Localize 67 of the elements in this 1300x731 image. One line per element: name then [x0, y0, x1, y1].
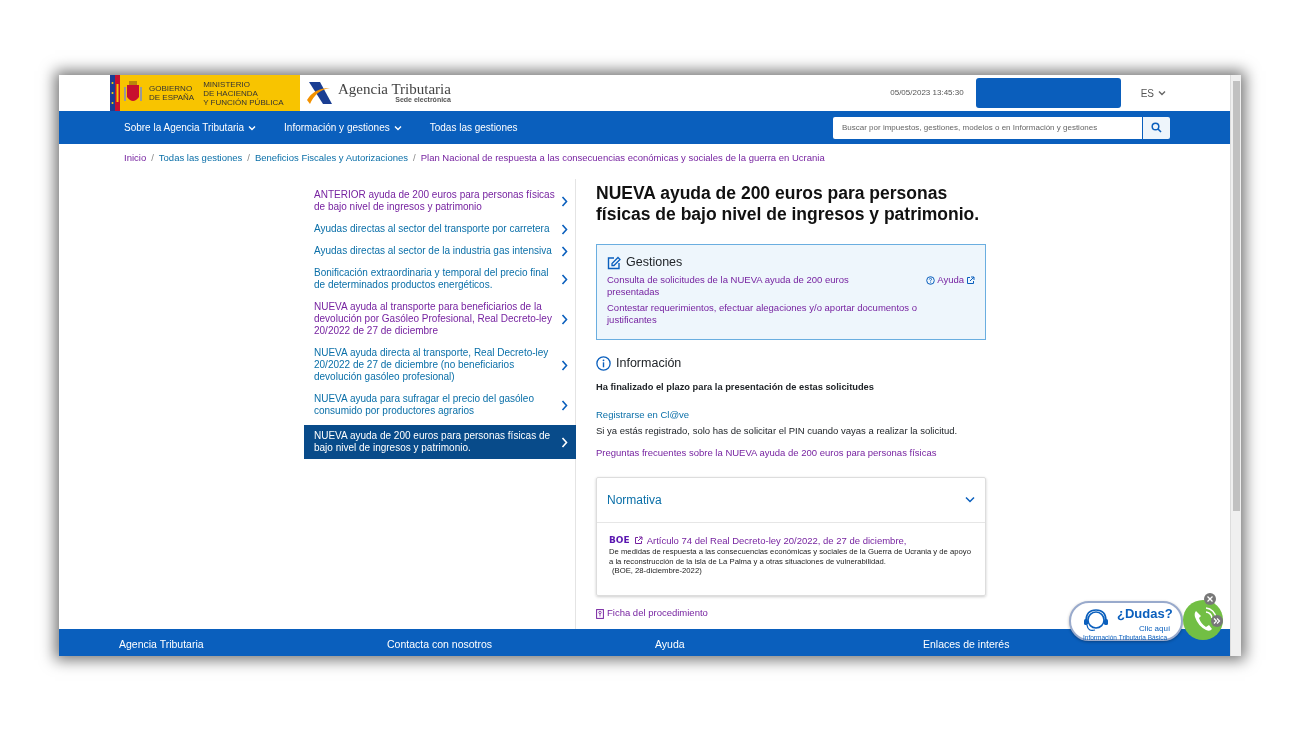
breadcrumb-separator: /: [151, 151, 154, 165]
breadcrumb-separator: /: [247, 151, 250, 165]
sidebar-item[interactable]: NUEVA ayuda directa al transporte, Real Decreto-ley 20/2022 de 27 de diciembre (no beneficiarios devolución gasóleo profesional): [304, 345, 576, 387]
agency-name: Agencia Tributaria: [338, 82, 451, 96]
breadcrumb-link[interactable]: Plan Nacional de respuesta a las consecuencias económicas y sociales de la guerra en Ucrania: [420, 151, 825, 166]
close-icon[interactable]: [1204, 593, 1216, 605]
section-heading: Información: [616, 355, 682, 372]
faq-link[interactable]: Preguntas frecuentes sobre la NUEVA ayuda de 200 euros para personas físicas: [596, 446, 937, 459]
boe-logo: BOE: [609, 533, 630, 547]
chevron-down-icon: [965, 496, 975, 504]
footer-link[interactable]: Enlaces de interés: [923, 636, 1010, 653]
footer-link[interactable]: Contacta con nosotros: [387, 636, 493, 653]
edit-icon: [607, 255, 621, 270]
register-note: Si ya estás registrado, solo has de solicitar el PIN cuando vayas a realizar la solicitud.: [596, 424, 959, 437]
breadcrumb-link[interactable]: Beneficios Fiscales y Autorizaciones: [254, 151, 409, 166]
agency-logo-icon: [306, 80, 334, 106]
notice-text: Ha finalizado el plazo para la presentación de estas solicitudes: [596, 380, 875, 393]
chevron-down-icon: [393, 124, 402, 131]
external-link-icon: [633, 536, 643, 545]
chevron-right-icon: [561, 273, 568, 285]
sidebar-item[interactable]: Ayudas directas al sector del transporte por carretera: [304, 221, 576, 239]
chevron-right-icon: [561, 245, 568, 257]
procedure-link[interactable]: Consulta de solicitudes de la NUEVA ayuda de 200 euros presentadas: [607, 274, 877, 298]
help-link[interactable]: Ayuda: [926, 274, 975, 286]
accordion-header[interactable]: Normativa: [597, 477, 985, 523]
search-field[interactable]: Buscar por impuestos, gestiones, modelos o en Información y gestiones: [833, 116, 1142, 139]
language-selector[interactable]: ES: [1134, 84, 1172, 102]
chevron-right-icon: [561, 195, 568, 207]
breadcrumb-link[interactable]: Todas las gestiones: [158, 151, 243, 166]
scrollbar[interactable]: [1230, 75, 1241, 656]
sidebar-item[interactable]: NUEVA ayuda para sufragar el precio del gasóleo consumido por productores agrarios: [304, 391, 576, 421]
nav-item[interactable]: Sobre la Agencia Tributaria: [124, 120, 257, 135]
chevron-down-icon: [248, 124, 257, 131]
chevron-down-icon: [1158, 90, 1166, 96]
info-icon: [596, 355, 611, 371]
external-link-icon: [966, 275, 975, 285]
nav-item[interactable]: Información y gestiones: [284, 120, 402, 135]
section-heading: Gestiones: [626, 254, 683, 272]
date-time: 05/05/2023 13:45:30: [890, 87, 964, 99]
document-icon: [596, 608, 604, 619]
page-title: NUEVA ayuda de 200 euros para personas físicas de bajo nivel de ingresos y patrimonio.: [596, 183, 981, 226]
search-button[interactable]: [1142, 116, 1170, 139]
government-name: GOBIERNO DE ESPAÑA: [149, 84, 195, 102]
chevron-right-icon: [561, 223, 568, 235]
footer-link[interactable]: Agencia Tributaria: [119, 636, 204, 653]
sidebar-item[interactable]: NUEVA ayuda de 200 euros para personas físicas de bajo nivel de ingresos y patrimonio.: [304, 425, 576, 460]
procedure-link[interactable]: Contestar requerimientos, efectuar alegaciones y/o aportar documentos o justificantes: [607, 302, 947, 326]
breadcrumb-separator: /: [413, 151, 416, 165]
forward-icon[interactable]: [1211, 615, 1223, 627]
register-link[interactable]: Registrarse en Cl@ve: [596, 408, 690, 421]
nav-item[interactable]: Todas las gestiones: [429, 120, 518, 135]
help-icon: [926, 275, 936, 285]
regulation-link[interactable]: Artículo 74 del Real Decreto-ley 20/2022, de 27 de diciembre,: [646, 534, 907, 547]
chevron-right-icon: [561, 399, 568, 411]
search-icon: [1151, 122, 1162, 133]
sidebar-item[interactable]: Bonificación extraordinaria y temporal del precio final de determinados productos energéticos.: [304, 265, 576, 295]
footer-link[interactable]: Ayuda: [655, 636, 685, 653]
help-widget-cta: Clic aquí: [1139, 624, 1171, 633]
chevron-right-icon: [561, 313, 568, 325]
ministry-name: MINISTERIO DE HACIENDA Y FUNCIÓN PÚBLICA: [203, 79, 284, 107]
sidebar-item[interactable]: Ayudas directas al sector de la industria gas intensiva: [304, 243, 576, 261]
sidebar-item[interactable]: ANTERIOR ayuda de 200 euros para personas físicas de bajo nivel de ingresos y patrimonio: [304, 187, 576, 217]
breadcrumb-link[interactable]: Inicio: [124, 151, 147, 166]
chevron-right-icon: [561, 436, 568, 448]
procedure-sheet-link[interactable]: Ficha del procedimiento: [596, 606, 708, 621]
sidebar-item[interactable]: NUEVA ayuda al transporte para beneficiarios de la devolución por Gasóleo Profesional, Real Decreto-ley 20/2022 de 27 de diciembre: [304, 299, 576, 341]
chevron-right-icon: [561, 359, 568, 371]
